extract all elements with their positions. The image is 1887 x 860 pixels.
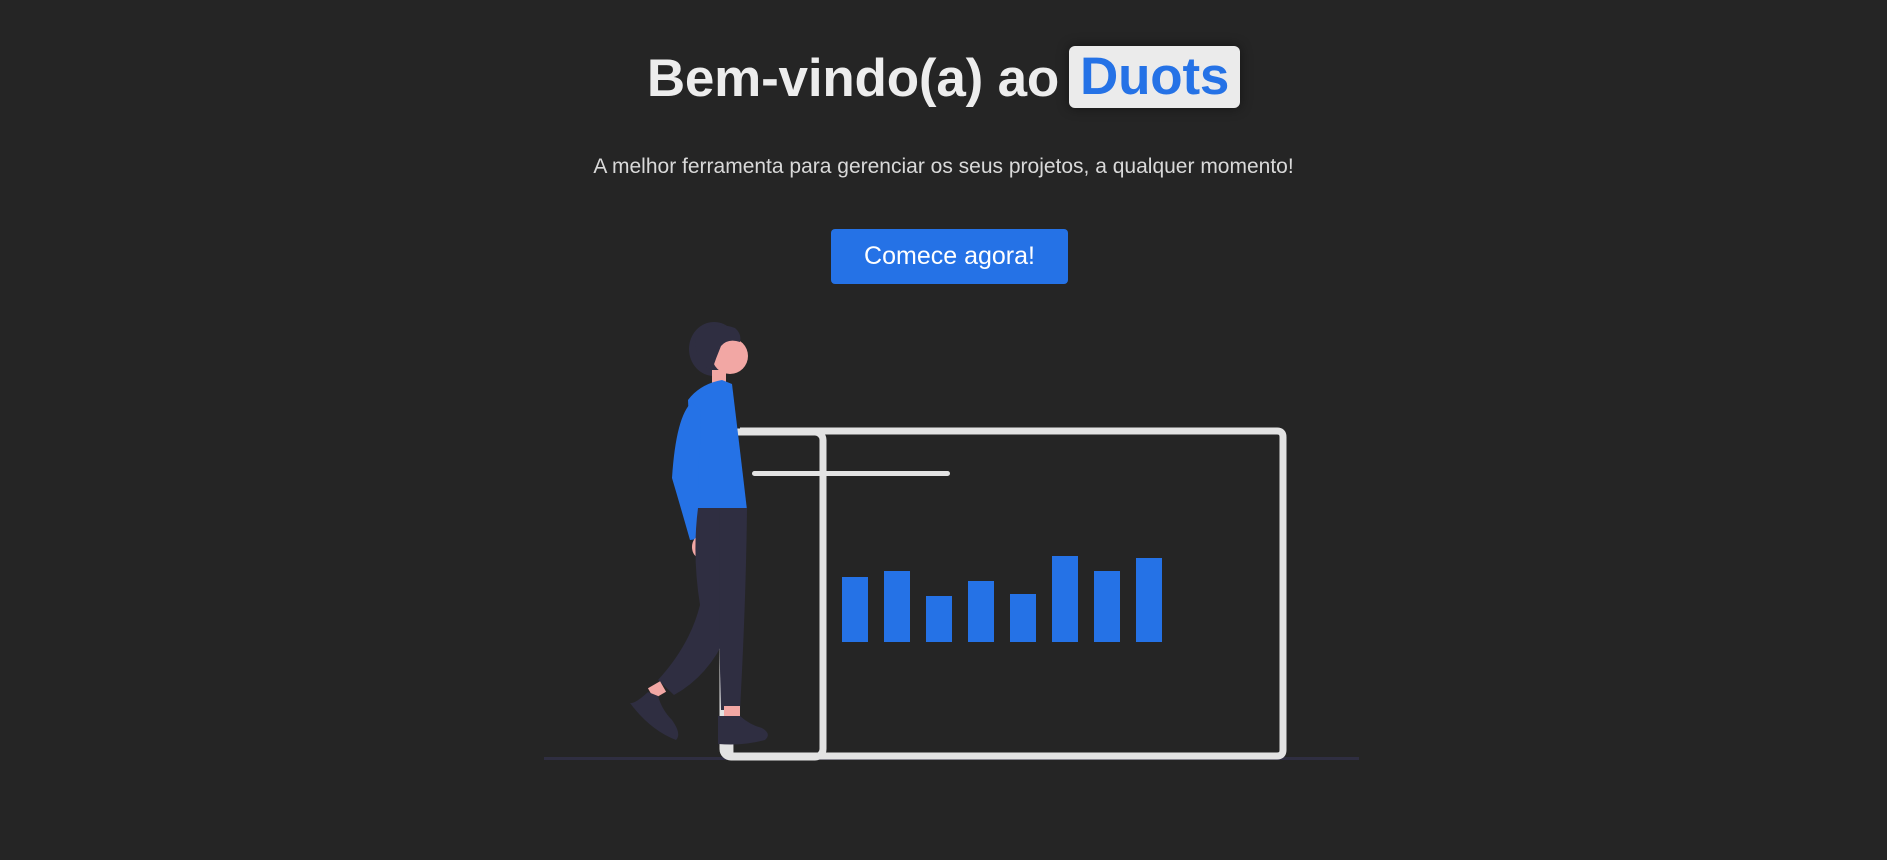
board-outline: [724, 427, 1287, 760]
person-shoe-back: [630, 692, 679, 740]
board-heading-line: [752, 471, 950, 476]
brand-badge: Duots: [1069, 46, 1241, 108]
hero-title: Bem-vindo(a) ao Duots: [0, 42, 1887, 116]
chart-bar: [1010, 594, 1036, 642]
chart-bar: [1136, 558, 1162, 642]
person-figure: [630, 322, 768, 745]
get-started-button[interactable]: Comece agora!: [831, 229, 1068, 284]
chart-bar: [1094, 571, 1120, 642]
chart-bar: [842, 577, 868, 642]
person-presenting-chart-illustration: [544, 322, 1359, 761]
hero-title-prefix: Bem-vindo(a) ao: [646, 49, 1060, 108]
hero-subtitle: A melhor ferramenta para gerenciar os se…: [593, 155, 1294, 178]
person-shoe-front: [718, 716, 768, 745]
chart-bar: [926, 596, 952, 642]
chart-bar: [968, 581, 994, 642]
bar-chart: [842, 556, 1162, 642]
chart-bar: [884, 571, 910, 642]
person-front-leg: [719, 508, 747, 710]
chart-bar: [1052, 556, 1078, 642]
